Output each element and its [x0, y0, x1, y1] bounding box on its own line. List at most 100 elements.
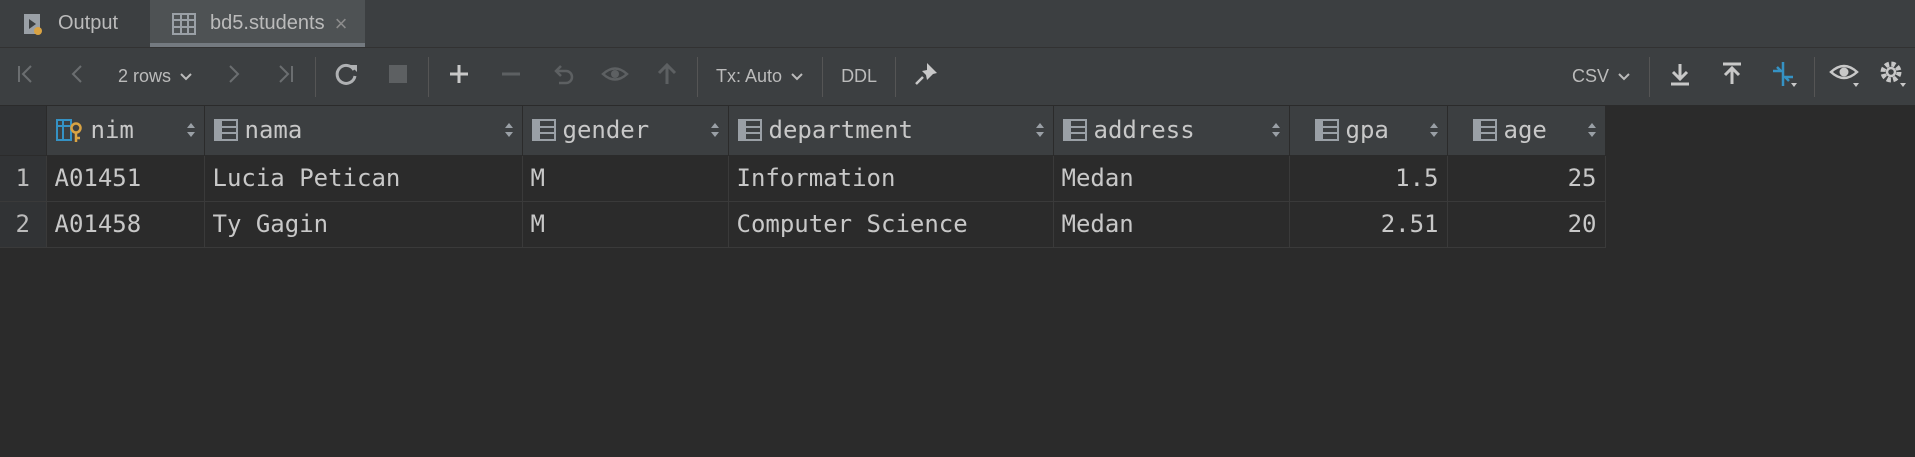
cell-department[interactable]: Information: [728, 155, 1054, 202]
revert-button[interactable]: [537, 48, 589, 106]
toolbar-separator: [1814, 56, 1815, 97]
cell-gender[interactable]: M: [522, 201, 729, 248]
next-page-button[interactable]: [207, 48, 259, 106]
column-name: nama: [244, 116, 303, 145]
tab-bar: Output bd5.students ×: [0, 0, 1915, 48]
compare-icon: [1769, 60, 1799, 93]
tab-students[interactable]: bd5.students ×: [150, 0, 366, 47]
row-number-header[interactable]: [0, 106, 47, 156]
compare-button[interactable]: [1758, 48, 1810, 106]
plus-icon: [448, 63, 470, 90]
undo-icon: [551, 63, 575, 90]
close-icon[interactable]: ×: [335, 11, 348, 37]
cell-nama[interactable]: Ty Gagin: [204, 201, 523, 248]
chevron-right-icon: [222, 63, 244, 90]
row-number[interactable]: 1: [0, 155, 47, 202]
output-icon: [22, 12, 44, 36]
toolbar-separator: [822, 56, 824, 97]
toolbar-separator: [895, 56, 897, 97]
minus-icon: [500, 63, 522, 90]
upload-icon: [1720, 62, 1744, 91]
cell-age[interactable]: 20: [1447, 201, 1606, 248]
sort-icon[interactable]: [1261, 121, 1281, 139]
toolbar-separator: [428, 56, 430, 97]
stop-button[interactable]: [372, 48, 424, 106]
cell-gpa[interactable]: 2.51: [1289, 201, 1448, 248]
chevron-left-icon: [67, 63, 89, 90]
eye-icon: [601, 63, 629, 90]
pin-button[interactable]: [900, 48, 952, 106]
column-header-gender[interactable]: gender: [522, 106, 729, 156]
sort-icon[interactable]: [1025, 121, 1045, 139]
tab-output[interactable]: Output: [0, 0, 136, 47]
chevron-down-icon: [790, 72, 804, 82]
column-icon: [737, 118, 763, 142]
tab-label: bd5.students: [210, 12, 325, 34]
rows-selector[interactable]: 2 rows: [104, 48, 207, 106]
sort-icon[interactable]: [176, 121, 196, 139]
toolbar-separator: [1649, 56, 1650, 97]
export-format-selector[interactable]: CSV: [1558, 48, 1645, 106]
first-page-button[interactable]: [0, 48, 52, 106]
settings-button[interactable]: [1871, 48, 1915, 106]
column-header-age[interactable]: age: [1447, 106, 1606, 156]
ddl-button[interactable]: DDL: [827, 48, 891, 106]
view-options-button[interactable]: [1819, 48, 1871, 106]
table-row[interactable]: 2 A01458 Ty Gagin M Computer Science Med…: [0, 201, 1606, 248]
column-name: department: [768, 116, 914, 145]
cell-gpa[interactable]: 1.5: [1289, 155, 1448, 202]
row-number[interactable]: 2: [0, 201, 47, 248]
cell-address[interactable]: Medan: [1053, 201, 1290, 248]
column-name: gender: [562, 116, 650, 145]
sort-icon[interactable]: [494, 121, 514, 139]
tab-label: Output: [58, 12, 119, 34]
tx-label: Tx: Auto: [716, 66, 783, 86]
cell-nim[interactable]: A01458: [46, 201, 205, 248]
data-grid: nim nama gender department address gpa a…: [0, 106, 1606, 248]
column-icon: [1062, 118, 1088, 142]
export-button[interactable]: [1654, 48, 1706, 106]
column-header-nama[interactable]: nama: [204, 106, 523, 156]
prev-page-button[interactable]: [52, 48, 104, 106]
results-table: nim nama gender department address gpa a…: [0, 106, 1606, 248]
eye-icon: [1829, 60, 1861, 93]
cell-address[interactable]: Medan: [1053, 155, 1290, 202]
column-name: address: [1093, 116, 1195, 145]
import-button[interactable]: [1706, 48, 1758, 106]
refresh-button[interactable]: [320, 48, 372, 106]
column-header-department[interactable]: department: [728, 106, 1054, 156]
toolbar-separator: [315, 56, 317, 97]
table-row[interactable]: 1 A01451 Lucia Petican M Information Med…: [0, 155, 1606, 202]
transaction-mode-selector[interactable]: Tx: Auto: [702, 48, 818, 106]
last-page-button[interactable]: [259, 48, 311, 106]
column-icon: [213, 118, 239, 142]
column-header-gpa[interactable]: gpa: [1289, 106, 1448, 156]
column-header-nim[interactable]: nim: [46, 106, 205, 156]
cell-nama[interactable]: Lucia Petican: [204, 155, 523, 202]
arrow-up-icon: [656, 62, 678, 91]
table-icon: [172, 12, 197, 35]
add-row-button[interactable]: [433, 48, 485, 106]
column-name: nim: [90, 116, 134, 145]
toolbar-separator: [697, 56, 699, 97]
column-header-address[interactable]: address: [1053, 106, 1290, 156]
cell-department[interactable]: Computer Science: [728, 201, 1054, 248]
submit-button[interactable]: [641, 48, 693, 106]
cell-gender[interactable]: M: [522, 155, 729, 202]
header-row: nim nama gender department address gpa a…: [0, 106, 1606, 156]
cell-age[interactable]: 25: [1447, 155, 1606, 202]
cell-nim[interactable]: A01451: [46, 155, 205, 202]
refresh-icon: [333, 61, 359, 92]
rows-label: 2 rows: [118, 66, 172, 86]
sort-icon[interactable]: [1577, 121, 1597, 139]
column-name: gpa: [1345, 116, 1389, 145]
sort-icon[interactable]: [700, 121, 720, 139]
preview-changes-button[interactable]: [589, 48, 641, 106]
delete-row-button[interactable]: [485, 48, 537, 106]
primary-key-icon: [55, 117, 85, 143]
sort-icon[interactable]: [1419, 121, 1439, 139]
csv-label: CSV: [1571, 66, 1609, 86]
column-name: age: [1503, 116, 1547, 145]
column-icon: [1314, 118, 1340, 142]
pin-icon: [913, 61, 939, 92]
